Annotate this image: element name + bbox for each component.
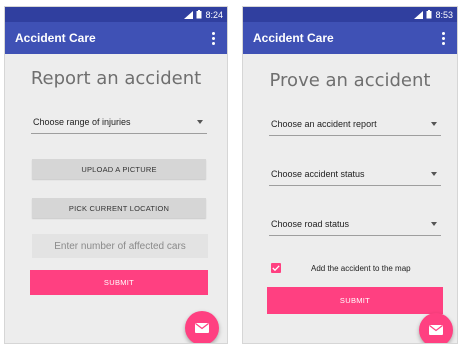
status-time: 8:53 [435,9,453,20]
overflow-menu-icon[interactable] [210,28,217,49]
status-bar: 8:24 [5,7,227,22]
mail-fab[interactable] [185,311,219,343]
app-bar: Accident Care [5,22,227,54]
status-time: 8:24 [205,9,223,20]
page-title: Prove an accident [269,70,431,91]
road-status-spinner[interactable]: Choose road status [269,212,441,236]
battery-icon [196,10,202,19]
road-status-spinner-label: Choose road status [271,218,350,229]
injuries-spinner-label: Choose range of injuries [33,116,131,127]
add-to-map-label: Add the accident to the map [311,264,411,273]
accident-report-spinner[interactable]: Choose an accident report [269,112,441,136]
mail-icon [429,325,443,335]
dropdown-caret-icon [431,221,437,226]
upload-picture-button[interactable]: UPLOAD A PICTURE [32,159,206,179]
mail-fab[interactable] [419,313,453,343]
add-to-map-checkbox[interactable] [271,263,281,273]
app-bar: Accident Care [243,22,457,54]
submit-button[interactable]: SUBMIT [267,287,443,314]
affected-cars-input[interactable]: Enter number of affected cars [32,234,208,258]
dropdown-caret-icon [197,119,203,124]
app-title: Accident Care [15,31,96,45]
dropdown-caret-icon [431,171,437,176]
mail-icon [195,323,209,333]
signal-icon [414,10,424,19]
page-title: Report an accident [30,68,202,89]
injuries-spinner[interactable]: Choose range of injuries [31,110,207,134]
prove-accident-screen: 8:53 Accident Care Prove an accident Cho… [242,6,458,344]
accident-status-spinner[interactable]: Choose accident status [269,162,441,186]
signal-icon [184,10,194,19]
dropdown-caret-icon [431,121,437,126]
pick-location-button[interactable]: PICK CURRENT LOCATION [32,198,206,218]
report-accident-screen: 8:24 Accident Care Report an accident Ch… [4,6,228,344]
checkmark-icon [272,265,280,271]
overflow-menu-icon[interactable] [440,28,447,49]
app-title: Accident Care [253,31,334,45]
accident-status-spinner-label: Choose accident status [271,168,365,179]
accident-report-spinner-label: Choose an accident report [271,118,377,129]
status-bar: 8:53 [243,7,457,22]
submit-button[interactable]: SUBMIT [30,270,208,295]
battery-icon [426,10,432,19]
